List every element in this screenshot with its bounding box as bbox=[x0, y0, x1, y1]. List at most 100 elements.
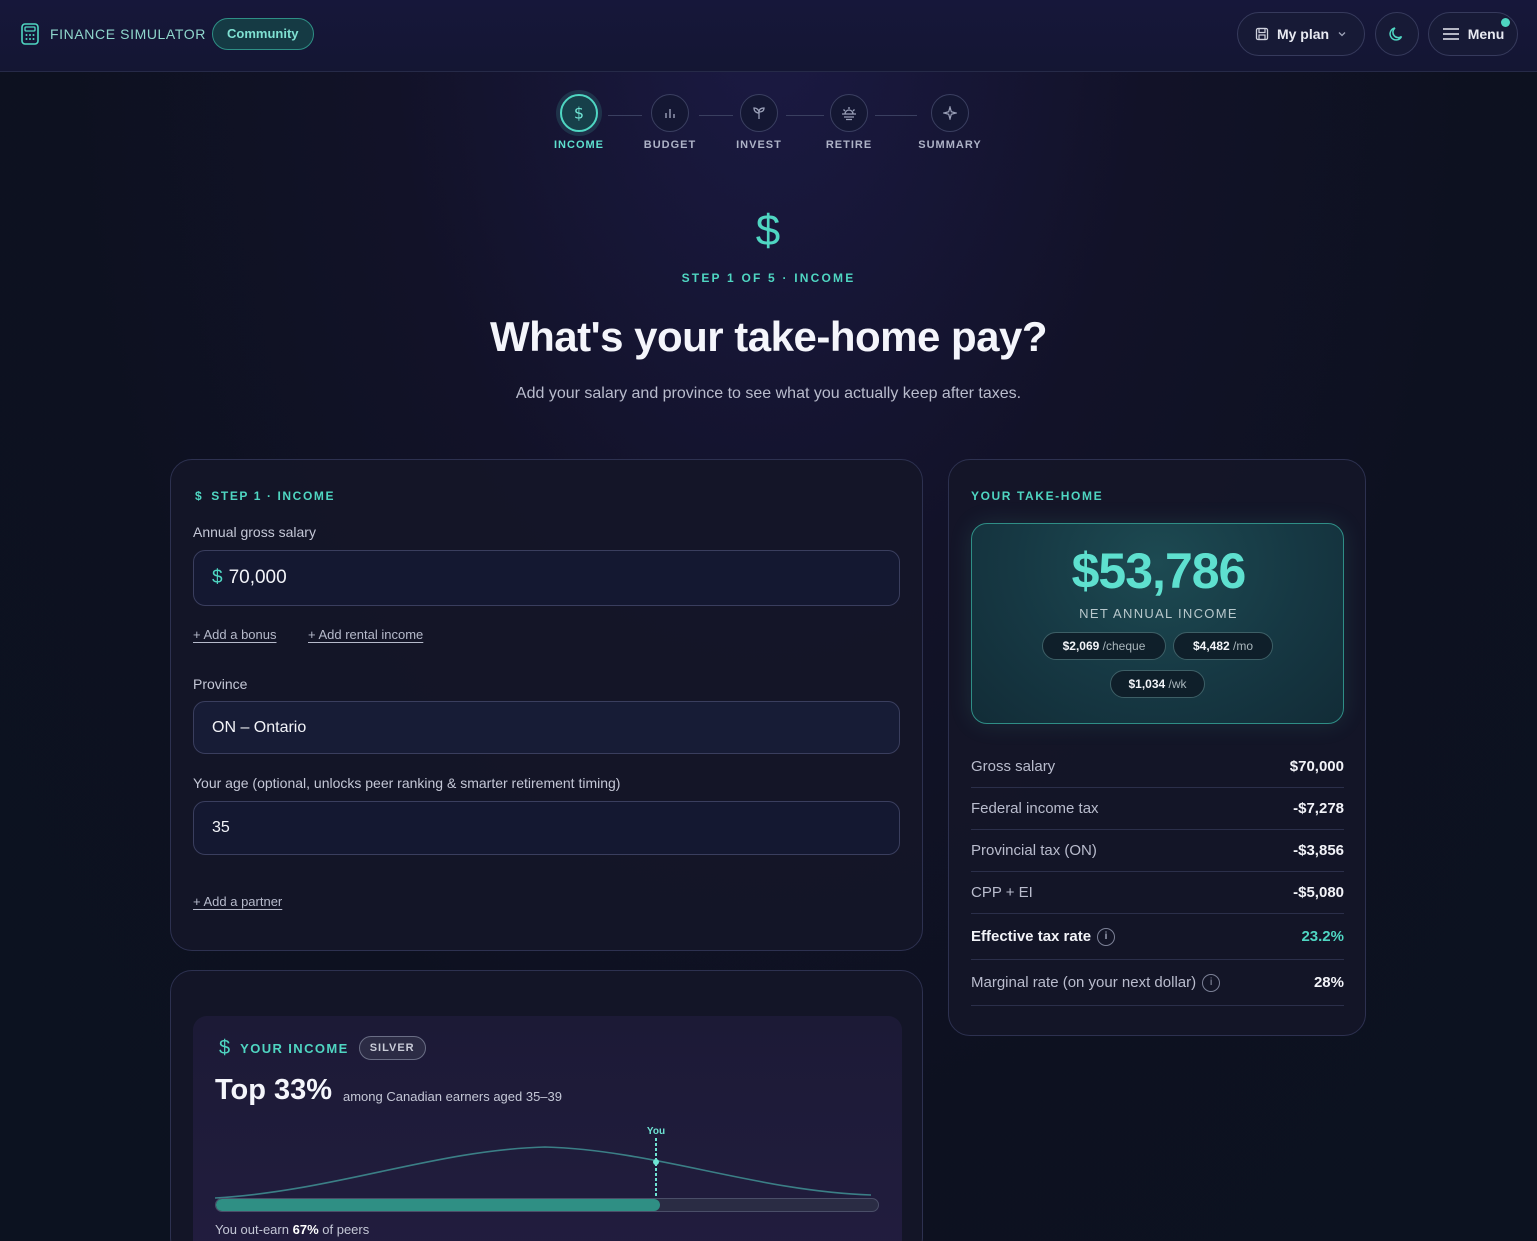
row-value: -$5,080 bbox=[1293, 884, 1344, 901]
breakdown-row-federal: Federal income tax -$7,278 bbox=[971, 788, 1344, 830]
info-icon[interactable]: i bbox=[1202, 973, 1221, 992]
per-month-unit: /mo bbox=[1233, 639, 1254, 653]
breakdown-row-provincial: Provincial tax (ON) -$3,856 bbox=[971, 830, 1344, 872]
province-label: Province bbox=[193, 676, 248, 692]
my-plan-button[interactable]: My plan bbox=[1237, 12, 1365, 56]
theme-toggle-button[interactable] bbox=[1375, 12, 1419, 56]
chevron-down-icon bbox=[1338, 32, 1346, 37]
notification-dot bbox=[1501, 18, 1510, 27]
outearn-value: 67% bbox=[292, 1222, 319, 1237]
outearn-suffix: of peers bbox=[322, 1222, 370, 1237]
brand[interactable]: FINANCE SIMULATOR bbox=[20, 22, 206, 46]
income-form-card: $ STEP 1 · INCOME Annual gross salary $ … bbox=[170, 459, 923, 951]
add-partner-link[interactable]: + Add a partner bbox=[193, 894, 282, 909]
per-cheque-pill: $2,069 /cheque bbox=[1042, 632, 1166, 660]
add-rental-income-link[interactable]: + Add rental income bbox=[308, 627, 423, 642]
svg-text:$: $ bbox=[574, 104, 584, 123]
row-value: $70,000 bbox=[1289, 758, 1344, 775]
calculator-icon bbox=[21, 23, 39, 45]
breakdown-row-gross: Gross salary $70,000 bbox=[971, 746, 1344, 788]
dollar-icon: $ bbox=[219, 1036, 231, 1059]
salary-value: 70,000 bbox=[228, 567, 287, 588]
you-marker-label: You bbox=[647, 1126, 665, 1137]
my-plan-label: My plan bbox=[1276, 26, 1330, 42]
sparkle-icon bbox=[931, 94, 969, 132]
salary-input[interactable]: $ 70,000 bbox=[193, 550, 900, 606]
per-week-value: $1,034 bbox=[1128, 677, 1166, 691]
community-badge[interactable]: Community bbox=[212, 18, 314, 50]
net-income-panel: $53,786 NET ANNUAL INCOME $2,069 /cheque… bbox=[971, 523, 1344, 724]
step-label: RETIRE bbox=[825, 139, 873, 151]
step-invest[interactable]: INVEST bbox=[714, 94, 804, 151]
hero-step-label: STEP 1 OF 5 · INCOME bbox=[681, 271, 856, 285]
distribution-curve: You bbox=[215, 1126, 872, 1200]
per-week-pill: $1,034 /wk bbox=[1110, 670, 1205, 698]
distribution-line bbox=[215, 1146, 872, 1199]
ranking-title: Top 33% bbox=[215, 1074, 333, 1106]
breakdown-row-cpp-ei: CPP + EI -$5,080 bbox=[971, 872, 1344, 914]
hamburger-icon bbox=[1442, 28, 1459, 40]
row-label: Effective tax rate bbox=[971, 928, 1092, 945]
percentile-fill bbox=[216, 1199, 660, 1211]
row-label: Provincial tax (ON) bbox=[971, 842, 1097, 859]
dollar-icon: $ bbox=[195, 489, 204, 503]
save-icon bbox=[1255, 27, 1269, 41]
breakdown-row-marginal-rate: Marginal rate (on your next dollar) i 28… bbox=[971, 960, 1344, 1006]
step-summary[interactable]: SUMMARY bbox=[905, 94, 995, 151]
step-progress: $ INCOME BUDGET INVEST RETIRE SUMMARY bbox=[0, 94, 1537, 154]
step-income[interactable]: $ INCOME bbox=[534, 94, 624, 151]
row-label: Gross salary bbox=[971, 758, 1056, 775]
step-label: INCOME bbox=[554, 139, 604, 151]
take-home-card: YOUR TAKE-HOME $53,786 NET ANNUAL INCOME… bbox=[948, 459, 1366, 1036]
per-month-pill: $4,482 /mo bbox=[1173, 632, 1273, 660]
net-income-label: NET ANNUAL INCOME bbox=[1079, 606, 1238, 621]
menu-button[interactable]: Menu bbox=[1428, 12, 1518, 56]
income-section-label: $ STEP 1 · INCOME bbox=[195, 489, 335, 503]
breakdown-row-effective-rate: Effective tax rate i 23.2% bbox=[971, 914, 1344, 960]
income-ranking-card: $ YOUR INCOME SILVER Top 33% among Canad… bbox=[170, 970, 923, 1241]
sunset-icon bbox=[830, 94, 868, 132]
take-home-section-label: YOUR TAKE-HOME bbox=[971, 489, 1104, 503]
row-label-wrap: Effective tax rate i bbox=[971, 927, 1116, 946]
hero-dollar-icon: $ bbox=[755, 206, 781, 255]
currency-symbol: $ bbox=[212, 567, 223, 588]
step-label: INVEST bbox=[736, 139, 782, 151]
row-value: 28% bbox=[1313, 974, 1344, 991]
age-input[interactable]: 35 bbox=[193, 801, 900, 855]
net-income-value: $53,786 bbox=[1071, 543, 1247, 599]
menu-label: Menu bbox=[1467, 26, 1505, 42]
step-retire[interactable]: RETIRE bbox=[804, 94, 894, 151]
tier-badge: SILVER bbox=[358, 1036, 426, 1060]
bar-chart-icon bbox=[651, 94, 689, 132]
info-icon[interactable]: i bbox=[1097, 927, 1116, 946]
per-cheque-value: $2,069 bbox=[1062, 639, 1100, 653]
outearn-text: You out-earn 67% of peers bbox=[215, 1222, 369, 1237]
you-marker-dot bbox=[653, 1159, 659, 1165]
page-title: What's your take-home pay? bbox=[489, 313, 1048, 360]
step-budget[interactable]: BUDGET bbox=[625, 94, 715, 151]
row-label: CPP + EI bbox=[971, 884, 1033, 901]
step-label: BUDGET bbox=[643, 139, 697, 151]
per-month-value: $4,482 bbox=[1192, 639, 1230, 653]
top-header: FINANCE SIMULATOR Community My plan Menu bbox=[0, 0, 1537, 72]
moon-icon bbox=[1389, 27, 1403, 41]
row-value: -$7,278 bbox=[1293, 800, 1344, 817]
income-section-text: STEP 1 · INCOME bbox=[211, 489, 336, 503]
ranking-header: $ YOUR INCOME SILVER bbox=[219, 1036, 426, 1060]
province-select[interactable]: ON – Ontario bbox=[193, 701, 900, 754]
brand-name: FINANCE SIMULATOR bbox=[50, 26, 206, 42]
per-cheque-unit: /cheque bbox=[1102, 639, 1146, 653]
ranking-subtitle: among Canadian earners aged 35–39 bbox=[343, 1089, 563, 1104]
sprout-icon bbox=[740, 94, 778, 132]
row-value: -$3,856 bbox=[1293, 842, 1344, 859]
ranking-label: YOUR INCOME bbox=[240, 1040, 349, 1056]
outearn-prefix: You out-earn bbox=[215, 1222, 289, 1237]
add-bonus-link[interactable]: + Add a bonus bbox=[193, 627, 277, 642]
percentile-bar bbox=[215, 1198, 879, 1212]
row-value: 23.2% bbox=[1301, 928, 1344, 945]
income-ranking-panel: $ YOUR INCOME SILVER Top 33% among Canad… bbox=[193, 1016, 902, 1241]
per-week-unit: /wk bbox=[1168, 677, 1187, 691]
age-label: Your age (optional, unlocks peer ranking… bbox=[193, 775, 621, 791]
row-label: Federal income tax bbox=[971, 800, 1099, 817]
salary-label: Annual gross salary bbox=[193, 524, 316, 540]
